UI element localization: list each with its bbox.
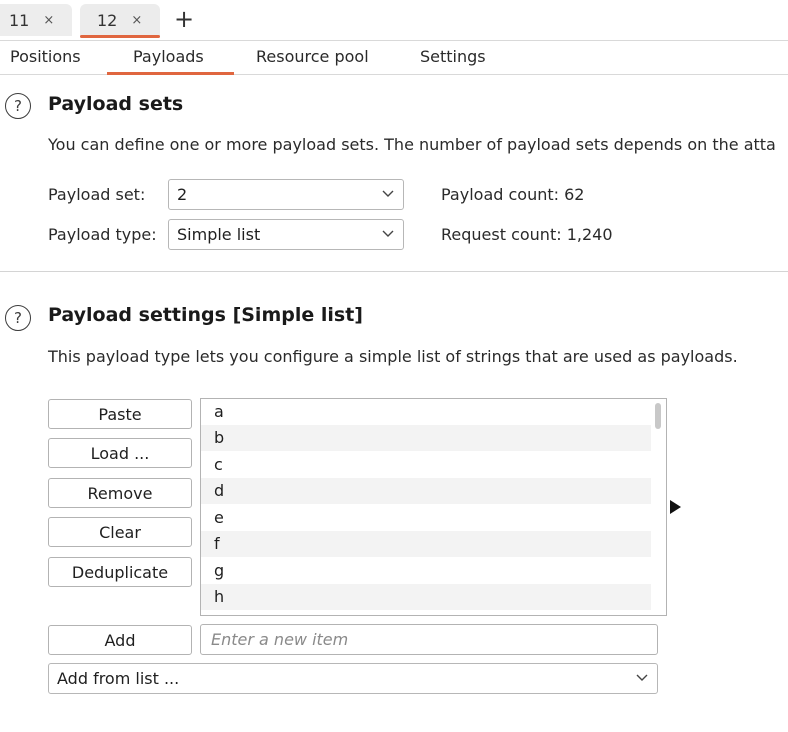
close-icon[interactable]: × [131, 13, 142, 28]
add-tab-icon[interactable]: + [174, 5, 194, 33]
close-icon[interactable]: × [43, 13, 54, 28]
subtab-bar: Positions Payloads Resource pool Setting… [0, 41, 788, 75]
payload-count-value: 62 [564, 185, 585, 204]
active-tab-indicator [107, 72, 234, 75]
tab-payloads[interactable]: Payloads [133, 47, 204, 66]
chevron-down-icon [382, 230, 394, 237]
tab-positions[interactable]: Positions [10, 47, 81, 66]
load-button[interactable]: Load ... [48, 438, 192, 468]
add-from-list-label: Add from list ... [57, 669, 180, 688]
payload-type-label: Payload type: [48, 225, 157, 244]
help-circle-icon[interactable]: ? [5, 93, 31, 119]
list-item[interactable]: h [201, 584, 651, 610]
deduplicate-button[interactable]: Deduplicate [48, 557, 192, 587]
request-count-value: 1,240 [566, 225, 613, 244]
help-circle-icon[interactable]: ? [5, 305, 31, 331]
chevron-down-icon [382, 190, 394, 197]
list-item[interactable]: b [201, 425, 651, 451]
chevron-down-icon [636, 674, 648, 681]
editor-tabstrip: 11 × 12 × + [0, 0, 788, 41]
list-item[interactable]: e [201, 505, 651, 531]
payload-count-label: Payload count: 62 [441, 185, 584, 204]
tab-12[interactable]: 12 × [80, 4, 160, 38]
tab-label: 12 [97, 10, 118, 30]
add-button[interactable]: Add [48, 625, 192, 655]
payload-list[interactable]: a b c d e f g h [200, 398, 667, 616]
payload-settings-description: This payload type lets you configure a s… [48, 347, 738, 366]
request-count-caption: Request count: [441, 225, 562, 244]
clear-button[interactable]: Clear [48, 517, 192, 547]
paste-button[interactable]: Paste [48, 399, 192, 429]
list-item[interactable]: f [201, 531, 651, 557]
payload-sets-description: You can define one or more payload sets.… [48, 135, 776, 154]
tab-label: 11 [9, 10, 30, 30]
tab-11[interactable]: 11 × [0, 4, 72, 36]
tab-resource-pool[interactable]: Resource pool [256, 47, 369, 66]
payload-sets-heading: Payload sets [48, 93, 184, 115]
tab-settings[interactable]: Settings [420, 47, 486, 66]
list-item[interactable]: g [201, 558, 651, 584]
request-count-label: Request count: 1,240 [441, 225, 613, 244]
payload-count-caption: Payload count: [441, 185, 560, 204]
payload-type-value: Simple list [177, 225, 261, 244]
add-from-list-select[interactable]: Add from list ... [48, 663, 658, 694]
list-item[interactable]: c [201, 452, 651, 478]
new-item-input[interactable] [200, 624, 658, 655]
list-item[interactable]: a [201, 399, 651, 425]
remove-button[interactable]: Remove [48, 478, 192, 508]
payload-set-label: Payload set: [48, 185, 146, 204]
payload-type-select[interactable]: Simple list [168, 219, 404, 250]
play-arrow-icon [670, 500, 681, 514]
payload-set-select[interactable]: 2 [168, 179, 404, 210]
list-item[interactable]: d [201, 478, 651, 504]
list-scrollbar[interactable] [655, 403, 661, 429]
payload-set-value: 2 [177, 185, 188, 204]
payload-settings-heading: Payload settings [Simple list] [48, 304, 363, 326]
section-divider [0, 271, 788, 272]
